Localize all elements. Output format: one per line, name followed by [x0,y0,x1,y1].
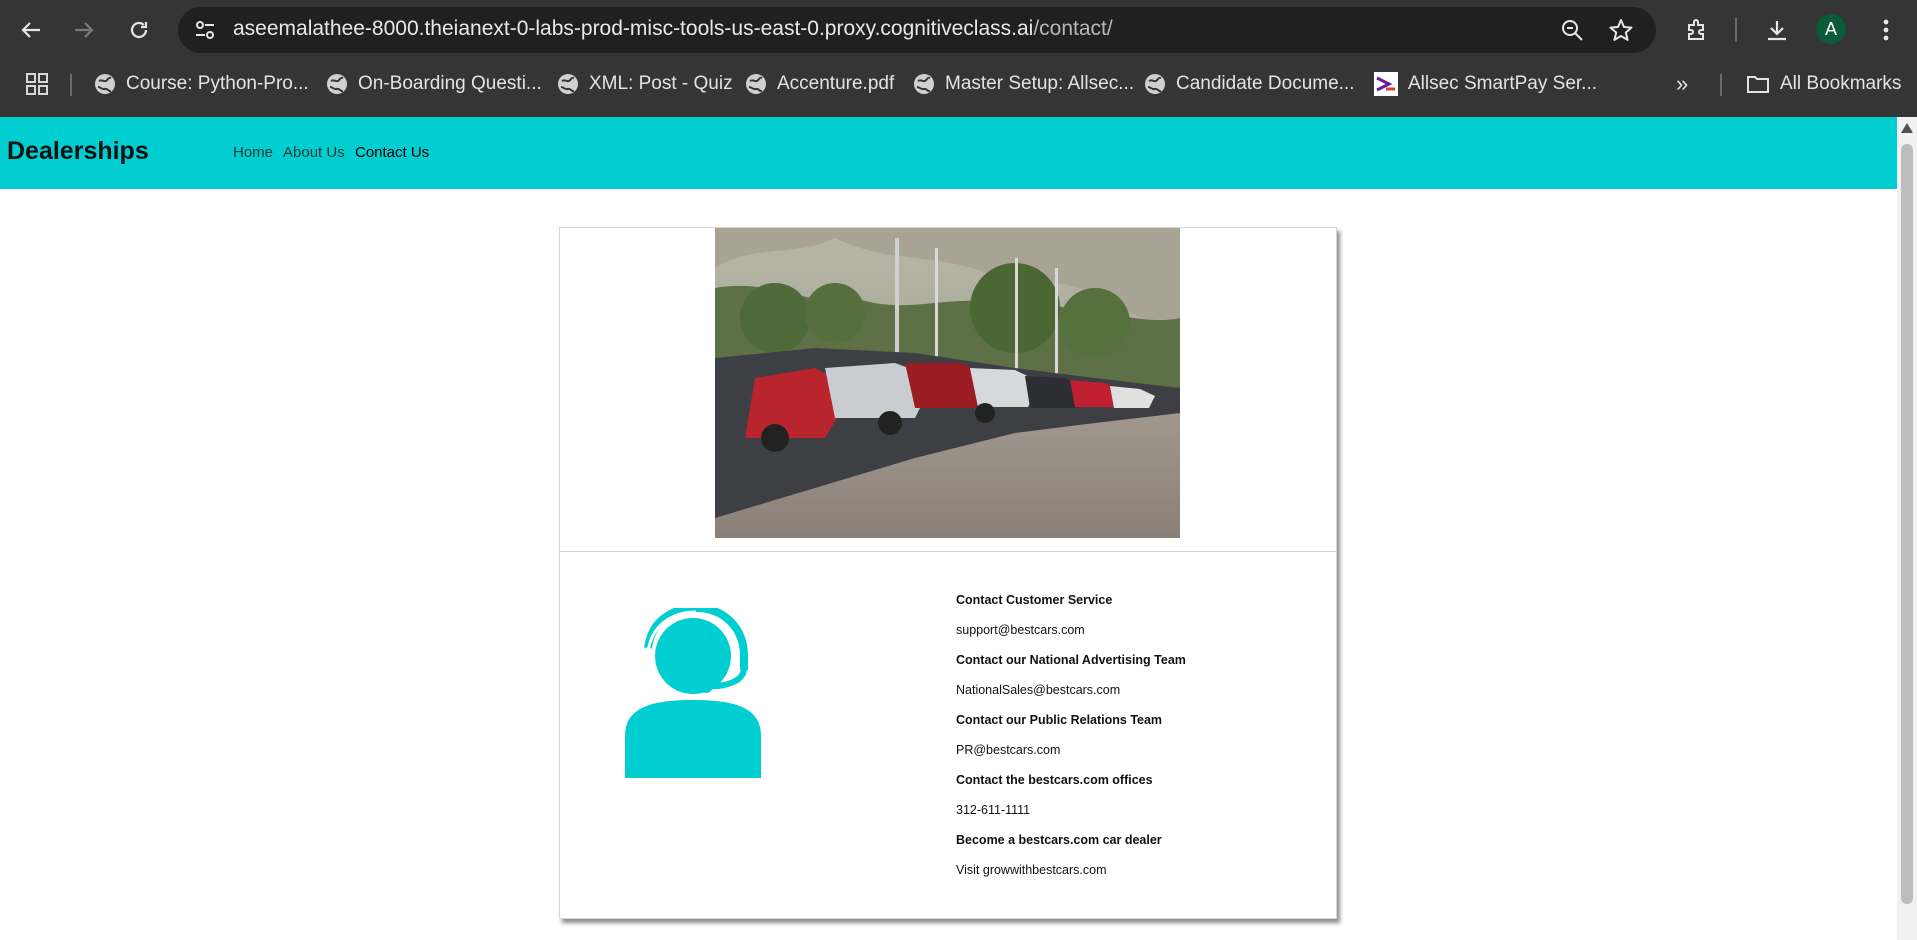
extensions-icon[interactable] [1681,14,1713,46]
allsec-logo-icon [1374,72,1398,96]
contact-card: Contact Customer Service support@bestcar… [559,227,1337,919]
contact-detail: Visit growwithbestcars.com [956,863,1107,877]
car-lot-photo [715,228,1180,538]
profile-avatar[interactable]: A [1816,14,1846,44]
download-icon[interactable] [1761,14,1793,46]
scroll-up-arrow-icon[interactable] [1901,123,1913,133]
contact-detail: 312-611-1111 [956,803,1031,817]
all-bookmarks-label: All Bookmarks [1780,73,1902,94]
contact-detail: NationalSales@bestcars.com [956,683,1121,697]
url-path: /contact/ [1033,17,1113,40]
globe-icon [95,74,115,94]
bookmark-label: Allsec SmartPay Ser... [1408,73,1598,94]
bookmark-item[interactable]: Course: Python-Pro... [94,68,309,100]
more-bookmarks-chevron-icon[interactable]: » [1676,68,1688,100]
url-text[interactable]: aseemalathee-8000.theianext-0-labs-prod-… [233,17,1113,41]
bookmarks-divider-right [1720,74,1722,96]
menu-icon[interactable] [1870,14,1902,46]
bookmark-label: Accenture.pdf [777,73,895,94]
bookmark-label: Candidate Docume... [1176,73,1355,94]
globe-icon [1145,74,1165,94]
toolbar-divider [1735,18,1737,42]
scrollbar-thumb[interactable] [1901,144,1913,904]
globe-icon [746,74,766,94]
bookmark-item[interactable]: On-Boarding Questi... [326,68,542,100]
globe-icon [327,74,347,94]
vertical-scrollbar[interactable] [1897,117,1917,940]
url-host: aseemalathee-8000.theianext-0-labs-prod-… [233,17,1034,40]
bookmark-item[interactable]: Master Setup: Allsec... [913,68,1134,100]
nav-link-home[interactable]: Home [233,144,273,161]
page-viewport: Dealerships Home About Us Contact Us Con… [0,117,1897,940]
customer-service-icon [620,603,766,783]
contact-heading: Contact Customer Service [956,593,1113,607]
bookmark-star-icon[interactable] [1605,14,1637,46]
bookmark-item[interactable]: Candidate Docume... [1144,68,1355,100]
browser-toolbar: aseemalathee-8000.theianext-0-labs-prod-… [0,0,1917,60]
contact-heading: Contact the bestcars.com offices [956,773,1153,787]
bookmark-label: Master Setup: Allsec... [945,73,1135,94]
all-bookmarks-folder[interactable]: All Bookmarks [1746,68,1901,100]
card-divider [560,551,1336,552]
bookmark-label: XML: Post - Quiz [589,73,733,94]
bookmarks-divider [70,74,72,96]
contact-heading: Become a bestcars.com car dealer [956,833,1162,847]
back-icon[interactable] [13,12,49,48]
bookmark-item[interactable]: Accenture.pdf [745,68,894,100]
zoom-icon[interactable] [1556,14,1588,46]
folder-icon [1747,76,1769,93]
forward-icon[interactable] [66,12,102,48]
site-brand[interactable]: Dealerships [7,137,149,166]
contact-heading: Contact our National Advertising Team [956,653,1186,667]
bookmark-label: On-Boarding Questi... [358,73,542,94]
bookmark-item[interactable]: Allsec SmartPay Ser... [1374,68,1597,100]
nav-link-about[interactable]: About Us [283,144,345,161]
reload-icon[interactable] [121,12,157,48]
globe-icon [914,74,934,94]
contact-detail: PR@bestcars.com [956,743,1061,757]
contact-heading: Contact our Public Relations Team [956,713,1163,727]
bookmark-label: Course: Python-Pro... [126,73,309,94]
site-info-icon[interactable] [189,14,221,46]
site-navbar: Dealerships Home About Us Contact Us [0,117,1897,189]
nav-link-contact[interactable]: Contact Us [355,144,429,161]
bookmark-item[interactable]: XML: Post - Quiz [557,68,733,100]
apps-grid-icon[interactable] [21,68,53,100]
globe-icon [558,74,578,94]
contact-detail: support@bestcars.com [956,623,1085,637]
